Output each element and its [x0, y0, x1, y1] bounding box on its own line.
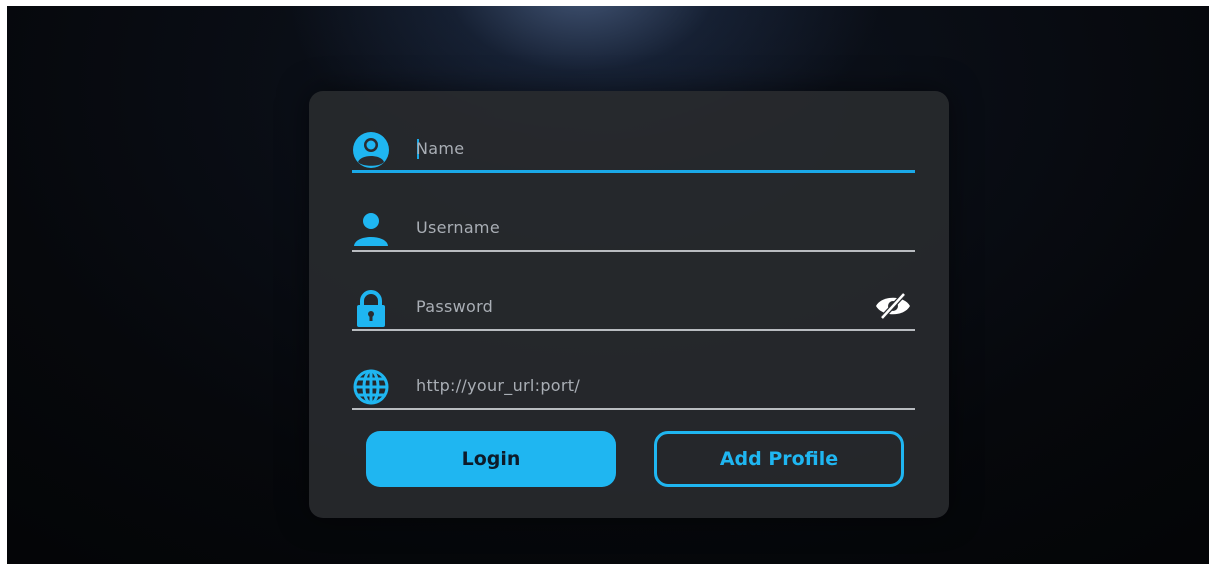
- globe-icon: [352, 368, 390, 406]
- username-field[interactable]: Username: [352, 206, 915, 252]
- lock-icon: [352, 289, 390, 327]
- url-underline: [352, 408, 915, 410]
- password-placeholder: Password: [416, 297, 494, 316]
- eye-off-icon[interactable]: [874, 292, 912, 320]
- app-screen: Name Username Password http://your_url:p…: [7, 6, 1209, 564]
- password-field[interactable]: Password: [352, 285, 915, 331]
- name-underline: [352, 170, 915, 173]
- login-button[interactable]: Login: [366, 431, 616, 487]
- password-underline: [352, 329, 915, 331]
- account-circle-icon: [352, 131, 390, 169]
- login-card: Name Username Password http://your_url:p…: [309, 91, 949, 518]
- username-placeholder: Username: [416, 218, 500, 237]
- name-field[interactable]: Name: [352, 127, 915, 173]
- username-underline: [352, 250, 915, 252]
- person-icon: [352, 210, 390, 248]
- add-profile-button[interactable]: Add Profile: [654, 431, 904, 487]
- url-field[interactable]: http://your_url:port/: [352, 364, 915, 410]
- url-placeholder: http://your_url:port/: [416, 376, 581, 395]
- name-placeholder: Name: [416, 139, 465, 158]
